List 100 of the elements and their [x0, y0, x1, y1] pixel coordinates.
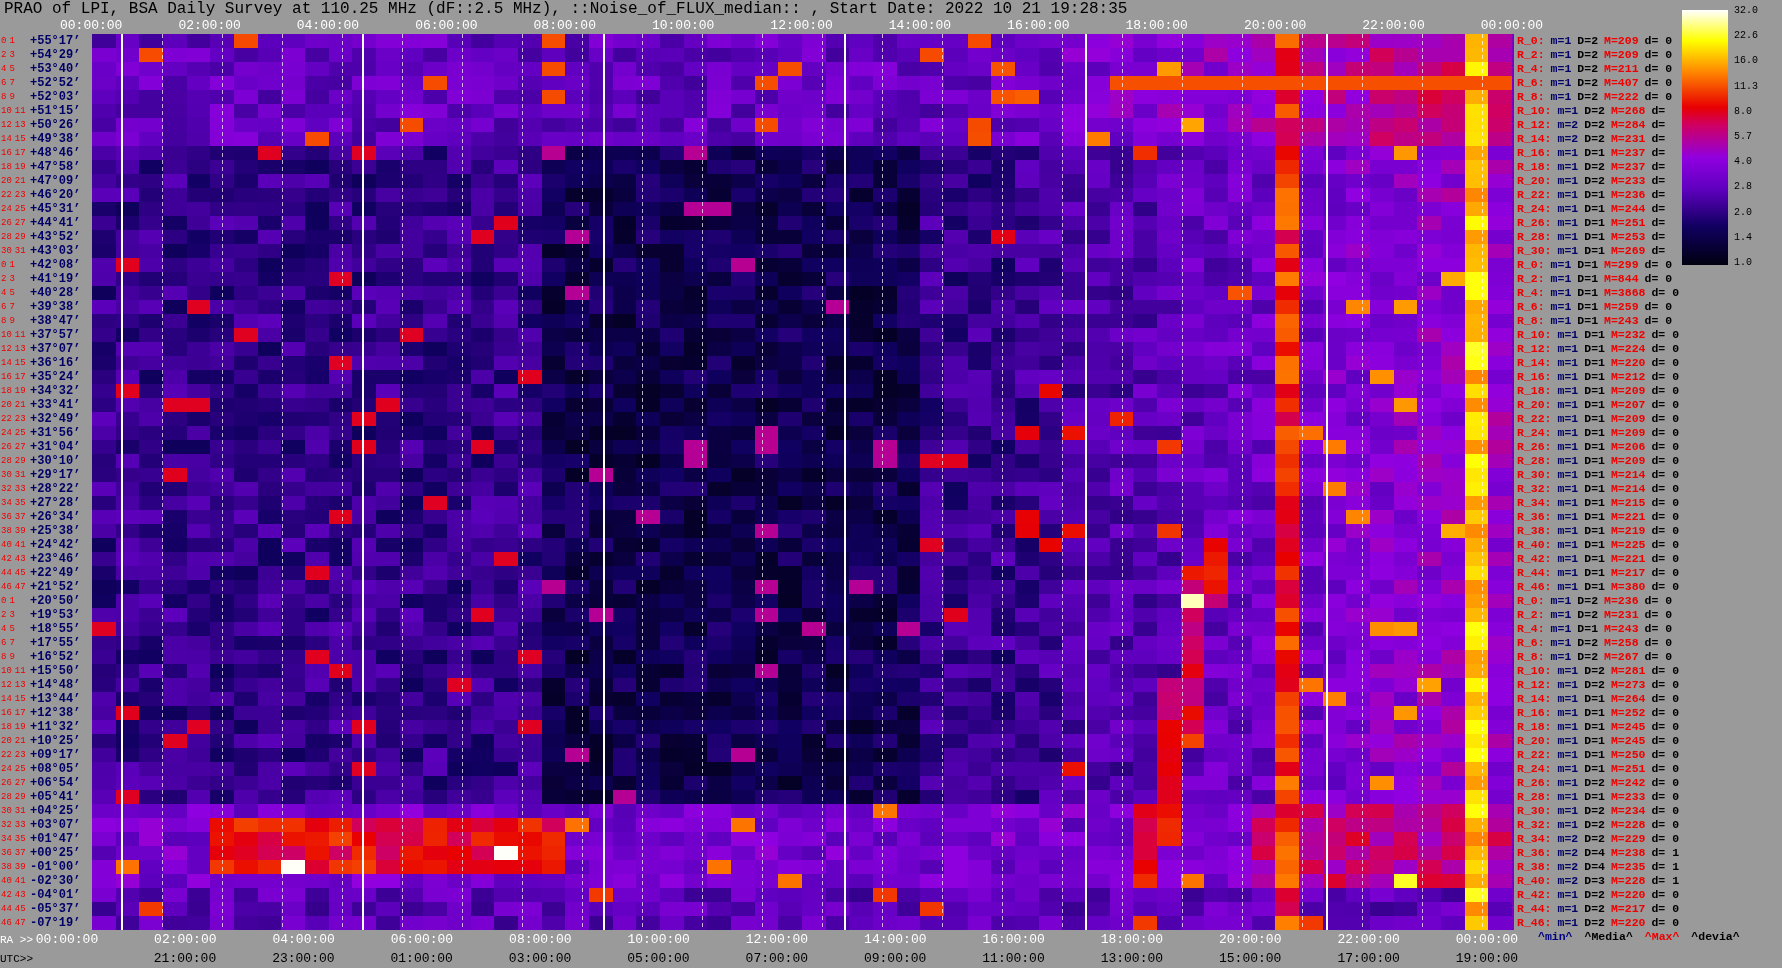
declination-label: +43°52’ [30, 230, 81, 244]
declination-label: +04°25’ [30, 804, 81, 818]
time-axis-label: 04:00:00 [295, 18, 361, 34]
beam-stats-line: R_34: m=2 D=2 M=229 d= 0 [1517, 832, 1681, 846]
beam-stats-line: R_30: m=1 D=2 M=234 d= 0 [1517, 804, 1681, 818]
declination-label: +48°46’ [30, 146, 81, 160]
utc-tick-label: 11:00:00 [981, 950, 1046, 968]
beam-stats-line: R_2: m=1 D=1 M=844 d= 0 [1517, 272, 1674, 286]
declination-label: +41°19’ [30, 272, 81, 286]
beam-index-pair: 0 1 [0, 259, 16, 272]
beam-stats-line: R_24: m=1 D=1 M=209 d= 0 [1517, 426, 1681, 440]
beam-index-pair: 18 19 [0, 721, 27, 734]
beam-stats-line: R_12: m=2 D=2 M=284 d= [1517, 118, 1667, 132]
beam-index-pair: 22 23 [0, 413, 27, 426]
utc-tick-label: 05:00:00 [626, 950, 691, 968]
time-axis-label: 00:00:00 [1479, 18, 1545, 34]
utc-tick-label: 15:00:00 [1218, 950, 1283, 968]
beam-index-pair: 46 47 [0, 917, 27, 930]
beam-stats-line: R_28: m=1 D=1 M=233 d= 0 [1517, 790, 1681, 804]
beam-stats-line: R_38: m=2 D=4 M=235 d= 1 [1517, 860, 1681, 874]
beam-stats-line: R_20: m=1 D=1 M=207 d= 0 [1517, 398, 1681, 412]
beam-index-pair: 36 37 [0, 511, 27, 524]
declination-label: +11°32’ [30, 720, 81, 734]
beam-stats-line: R_44: m=1 D=2 M=217 d= 0 [1517, 902, 1681, 916]
beam-stats-line: R_0: m=1 D=2 M=209 d= 0 [1517, 34, 1674, 48]
declination-label: +35°24’ [30, 370, 81, 384]
ra-tick-label: 18:00:00 [1099, 931, 1165, 949]
beam-stats-line: R_36: m=2 D=4 M=238 d= 1 [1517, 846, 1681, 860]
declination-label: +03°07’ [30, 818, 81, 832]
declination-label: +21°52’ [30, 580, 81, 594]
beam-index-pair: 24 25 [0, 427, 27, 440]
declination-label: +38°47’ [30, 314, 81, 328]
beam-stats-line: R_6: m=1 D=2 M=407 d= 0 [1517, 76, 1674, 90]
beam-stats-line: R_14: m=1 D=1 M=264 d= 0 [1517, 692, 1681, 706]
beam-index-pair: 14 15 [0, 693, 27, 706]
beam-index-pair: 0 1 [0, 35, 16, 48]
beam-index-pair: 2 3 [0, 273, 16, 286]
declination-label: +12°38’ [30, 706, 81, 720]
beam-stats-line: R_42: m=1 D=2 M=220 d= 0 [1517, 888, 1681, 902]
beam-stats-line: R_16: m=1 D=1 M=237 d= [1517, 146, 1667, 160]
beam-index-pair: 20 21 [0, 399, 27, 412]
chart-title: PRAO of LPI, BSA Daily Survey at 110.25 MHz (dF::2.5 MHz), ::Noise_of_FLUX_median:: , Start Date: 2022 10 21 19:28:35 [3, 0, 1129, 18]
declination-label: +55°17’ [30, 34, 81, 48]
beam-stats-line: R_22: m=1 D=1 M=250 d= 0 [1517, 748, 1681, 762]
beam-index-pair: 12 13 [0, 343, 27, 356]
declination-label: +29°17’ [30, 468, 81, 482]
beam-index-pair: 38 39 [0, 525, 27, 538]
declination-label: +24°42’ [30, 538, 81, 552]
colorbar-tick-label: 32.0 [1734, 6, 1758, 16]
time-axis-label: 12:00:00 [769, 18, 834, 34]
beam-stats-line: R_8: m=1 D=1 M=243 d= 0 [1517, 314, 1674, 328]
declination-label: +08°05’ [30, 762, 81, 776]
declination-label: -07°19’ [30, 916, 81, 930]
beam-index-pair: 2 3 [0, 609, 16, 622]
declination-label: +47°09’ [30, 174, 81, 188]
beam-stats-line: R_16: m=1 D=1 M=252 d= 0 [1517, 706, 1681, 720]
utc-tick-label: 17:00:00 [1336, 950, 1401, 968]
beam-stats-line: R_12: m=1 D=2 M=273 d= 0 [1517, 678, 1681, 692]
declination-label: +51°15’ [30, 104, 81, 118]
colorbar-tick-label: 22.6 [1734, 31, 1758, 42]
declination-label: +52°03’ [30, 90, 81, 104]
beam-stats-line: R_32: m=1 D=1 M=214 d= 0 [1517, 482, 1681, 496]
utc-tick-label: 03:00:00 [507, 950, 573, 968]
beam-index-pair: 44 45 [0, 567, 27, 580]
colorbar-tick-label: 2.8 [1734, 182, 1753, 193]
beam-stats-line: R_0: m=1 D=1 M=299 d= 0 [1517, 258, 1674, 272]
declination-label: +06°54’ [30, 776, 81, 790]
ra-tick-label: 00:00:00 [34, 931, 100, 949]
legend-label: ^devia^ [1691, 930, 1740, 945]
ra-tick-label: 00:00:00 [1454, 931, 1520, 949]
beam-index-pair: 40 41 [0, 875, 27, 888]
declination-label: +20°50’ [30, 594, 81, 608]
beam-index-pair: 24 25 [0, 763, 27, 776]
declination-label: +00°25’ [30, 846, 81, 860]
declination-label: +44°41’ [30, 216, 81, 230]
beam-index-pair: 42 43 [0, 889, 27, 902]
beam-index-pair: 38 39 [0, 861, 27, 874]
beam-stats-line: R_40: m=2 D=3 M=228 d= 1 [1517, 874, 1681, 888]
beam-stats-line: R_20: m=1 D=2 M=233 d= [1517, 174, 1667, 188]
beam-index-pair: 32 33 [0, 483, 27, 496]
beam-stats-line: R_4: m=1 D=2 M=211 d= 0 [1517, 62, 1674, 76]
beam-index-pair: 42 43 [0, 553, 27, 566]
colorbar-tick-label: 11.3 [1734, 81, 1758, 92]
time-axis-label: 06:00:00 [414, 18, 479, 34]
declination-label: +14°48’ [30, 678, 81, 692]
beam-stats-line: R_46: m=1 D=2 M=220 d= 0 [1517, 916, 1681, 930]
beam-index-pair: 28 29 [0, 231, 27, 244]
time-axis-label: 18:00:00 [1124, 18, 1189, 34]
beam-index-pair: 10 11 [0, 665, 27, 678]
beam-index-pair: 4 5 [0, 623, 16, 636]
legend-label: ^Max^ [1644, 930, 1680, 945]
declination-label: +27°28’ [30, 496, 81, 510]
beam-stats-line: R_32: m=1 D=2 M=228 d= 0 [1517, 818, 1681, 832]
time-axis-label: 08:00:00 [532, 18, 597, 34]
ra-tick-label: 14:00:00 [863, 931, 928, 949]
beam-index-pair: 2 3 [0, 49, 16, 62]
beam-stats-line: R_14: m=2 D=2 M=231 d= [1517, 132, 1667, 146]
beam-stats-line: R_26: m=1 D=1 M=206 d= 0 [1517, 440, 1681, 454]
declination-label: +15°50’ [30, 664, 81, 678]
declination-label: +05°41’ [30, 790, 81, 804]
